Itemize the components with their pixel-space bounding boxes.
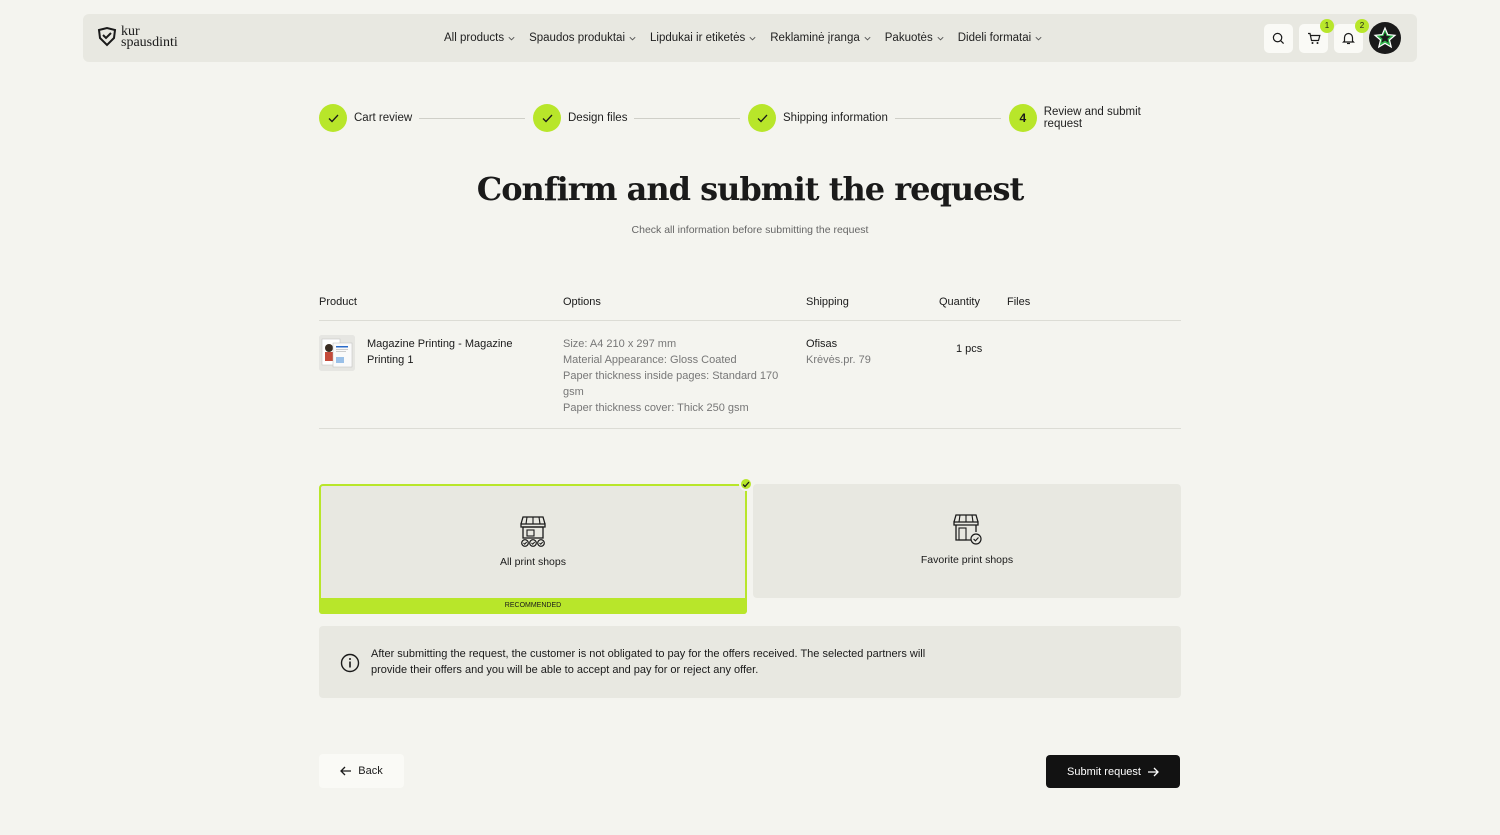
step-done-indicator	[319, 104, 347, 132]
check-icon	[328, 114, 338, 122]
column-header-product: Product	[319, 296, 357, 308]
step-label: Cart review	[354, 112, 413, 124]
submit-button-label: Submit request	[1067, 765, 1141, 778]
cart-icon	[1307, 32, 1321, 44]
column-header-shipping: Shipping	[806, 296, 849, 308]
logo[interactable]: kur spausdinti	[97, 25, 178, 50]
star-icon	[1373, 26, 1397, 49]
shipping-address: Krėvės.pr. 79	[806, 354, 871, 366]
favorite-print-shops-option[interactable]: Favorite print shops	[753, 484, 1181, 598]
all-print-shops-option[interactable]: All print shops RECOMMENDED	[319, 477, 753, 614]
check-icon	[742, 481, 750, 487]
nav-item-label: Dideli formatai	[957, 32, 1032, 44]
step-cart-review[interactable]: Cart review	[319, 104, 412, 132]
product-options: Size: A4 210 x 297 mm Material Appearanc…	[563, 336, 783, 416]
shop-group-icon	[520, 516, 546, 547]
check-icon	[542, 114, 552, 122]
nav-item-all-products[interactable]: All products	[444, 32, 516, 44]
shipping-name: Ofisas	[806, 338, 838, 350]
top-header: kur spausdinti All products Spaudos prod…	[83, 14, 1417, 62]
nav-item-spaudos-produktai[interactable]: Spaudos produktai	[529, 32, 637, 44]
back-button[interactable]: Back	[319, 754, 404, 788]
nav-item-label: Spaudos produktai	[529, 32, 625, 44]
table-header: Product Options Shipping Quantity Files	[319, 294, 1181, 321]
chevron-down-icon	[937, 36, 944, 40]
nav-item-label: Reklaminė įranga	[770, 32, 860, 44]
nav-item-label: Pakuotės	[884, 32, 933, 44]
step-label: Shipping information	[783, 112, 888, 124]
submit-request-button[interactable]: Submit request	[1046, 755, 1180, 788]
check-icon	[757, 114, 767, 122]
step-review-submit: 4 Review and submit request	[1009, 104, 1181, 132]
step-label: Design files	[568, 112, 628, 124]
chevron-down-icon	[749, 36, 756, 40]
nav-item-dideli-formatai[interactable]: Dideli formatai	[958, 32, 1044, 44]
request-summary-table: Product Options Shipping Quantity Files …	[319, 294, 1181, 429]
favorite-shop-icon	[953, 514, 982, 545]
cart-count-badge: 1	[1320, 18, 1334, 33]
option-cover: Paper thickness cover: Thick 250 gsm	[563, 402, 749, 414]
notifications-button[interactable]: 2	[1334, 18, 1369, 53]
step-design-files[interactable]: Design files	[533, 104, 627, 132]
info-text: After submitting the request, the custom…	[371, 648, 926, 676]
nav-item-pakuotes[interactable]: Pakuotės	[885, 32, 945, 44]
nav-item-label: Lipdukai ir etiketės	[650, 32, 746, 44]
quantity-value: 1 pcs	[956, 343, 983, 355]
product-thumbnail	[319, 335, 355, 371]
column-header-files: Files	[1007, 296, 1031, 308]
product-name: Magazine Printing - Magazine Printing 1	[367, 338, 513, 366]
step-connector	[895, 118, 1001, 119]
chevron-down-icon	[508, 36, 515, 40]
column-header-quantity: Quantity	[939, 296, 980, 308]
step-shipping-information[interactable]: Shipping information	[748, 104, 888, 132]
back-button-label: Back	[358, 765, 383, 777]
shop-option-label: All print shops	[500, 556, 566, 568]
shop-option-label: Favorite print shops	[920, 554, 1014, 566]
option-inside-pages: Paper thickness inside pages: Standard 1…	[563, 370, 779, 398]
arrow-left-icon	[340, 766, 352, 776]
step-number-indicator: 4	[1009, 104, 1037, 132]
chevron-down-icon	[864, 36, 871, 40]
checkout-stepper: Cart review Design files Shipping inform…	[319, 104, 1181, 132]
cart-button[interactable]: 1	[1299, 18, 1334, 53]
logo-line-2: spausdinti	[121, 35, 178, 50]
header-actions: 1 2	[1264, 18, 1401, 54]
page-title: Confirm and submit the request	[476, 170, 1025, 208]
step-done-indicator	[533, 104, 561, 132]
info-notice: After submitting the request, the custom…	[319, 626, 1181, 698]
arrow-right-icon	[1147, 767, 1159, 776]
bell-icon	[1342, 32, 1355, 45]
nav-item-lipdukai[interactable]: Lipdukai ir etiketės	[650, 32, 757, 44]
notifications-count-badge: 2	[1355, 18, 1369, 33]
search-icon	[1272, 32, 1285, 44]
logo-icon	[97, 26, 117, 47]
info-icon	[340, 653, 360, 673]
step-label: Review and submit request	[1043, 106, 1141, 130]
user-avatar[interactable]	[1369, 22, 1401, 54]
shipping-info: Ofisas Krėvės.pr. 79	[806, 336, 871, 368]
table-row: Magazine Printing - Magazine Printing 1 …	[319, 321, 1181, 429]
nav-item-reklamine-iranga[interactable]: Reklaminė įranga	[770, 32, 872, 44]
step-connector	[634, 118, 740, 119]
recommended-badge: RECOMMENDED	[319, 598, 747, 614]
option-material: Material Appearance: Gloss Coated	[563, 354, 737, 366]
logo-text: kur spausdinti	[121, 25, 178, 50]
main-nav: All products Spaudos produktai Lipdukai …	[444, 14, 1056, 62]
page-subtitle: Check all information before submitting …	[631, 224, 869, 236]
chevron-down-icon	[1035, 36, 1042, 40]
nav-item-label: All products	[444, 32, 505, 44]
option-size: Size: A4 210 x 297 mm	[563, 338, 677, 350]
selected-check-badge	[739, 477, 753, 491]
search-button[interactable]	[1264, 23, 1293, 53]
step-connector	[419, 118, 525, 119]
column-header-options: Options	[563, 296, 601, 308]
chevron-down-icon	[629, 36, 636, 40]
step-done-indicator	[748, 104, 776, 132]
